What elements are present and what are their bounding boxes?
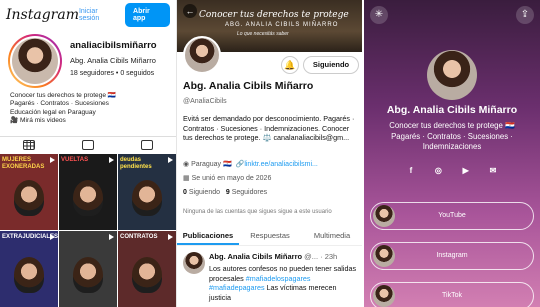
link-button-tiktok[interactable]: TikTok bbox=[370, 282, 534, 307]
link-thumbnail bbox=[373, 285, 395, 307]
reels-icon[interactable] bbox=[81, 139, 94, 150]
share-icon[interactable]: ⇪ bbox=[516, 6, 534, 24]
post-caption: CONTRATOS bbox=[120, 234, 158, 240]
post-thumbnail[interactable]: deudas pendientes bbox=[118, 154, 176, 230]
person-thumbnail bbox=[73, 180, 103, 216]
post-grid: MUJERES EXONERADAS VUELTAS deudas pendient… bbox=[0, 154, 176, 307]
avatar[interactable] bbox=[8, 34, 62, 88]
instagram-panel: Instagram Iniciar sesión Abrir app anali… bbox=[0, 0, 176, 307]
email-icon[interactable]: ✉ bbox=[486, 164, 500, 178]
link-thumbnail bbox=[373, 205, 395, 227]
bio-line: Educación legal en Paraguay bbox=[10, 108, 96, 116]
post-author[interactable]: Abg. Analia Cibils Miñarro bbox=[209, 252, 302, 261]
post-thumbnail[interactable]: VUELTAS bbox=[59, 154, 117, 230]
handle: @AnaliaCibils bbox=[183, 98, 227, 105]
grid-icon[interactable] bbox=[23, 139, 36, 150]
bio: Conocer tus derechos te protege 🇵🇾 Pagar… bbox=[10, 92, 170, 126]
post-thumbnail[interactable]: EXTRAJUDICIALES bbox=[0, 231, 58, 307]
open-app-button[interactable]: Abrir app bbox=[125, 3, 170, 27]
post-meta: @... · 23h bbox=[304, 252, 338, 261]
social-icons: f ◎ ▶ ✉ bbox=[404, 164, 500, 178]
banner-title: Conocer tus derechos te protege bbox=[199, 10, 349, 20]
link-icon: 🔗 bbox=[235, 161, 245, 168]
mutual-followers-note: Ninguna de las cuentas que sigues sigue … bbox=[183, 209, 332, 215]
post-thumbnail[interactable]: MUJERES EXONERADAS bbox=[0, 154, 58, 230]
follower-stats[interactable]: 18 seguidores • 0 seguidos bbox=[70, 70, 154, 77]
linktree-panel: ✳ ⇪ Abg. Analia Cibils Miñarro Conocer t… bbox=[364, 0, 540, 307]
tagged-icon[interactable] bbox=[140, 139, 153, 150]
avatar[interactable] bbox=[183, 36, 221, 74]
back-arrow-icon[interactable]: ← bbox=[183, 4, 197, 18]
post-avatar[interactable] bbox=[183, 252, 205, 274]
bell-icon[interactable]: 🔔 bbox=[281, 56, 299, 74]
instagram-icon[interactable]: ◎ bbox=[431, 164, 445, 178]
display-name: Abg. Analia Cibils Miñarro bbox=[183, 80, 314, 92]
bio: Conocer tus derechos te protege 🇵🇾 Pagar… bbox=[389, 121, 515, 151]
location-row: ◉ Paraguay 🇵🇾 🔗linktr.ee/analiacibilsmi.… bbox=[183, 160, 318, 168]
display-name: Abg. Analia Cibils Miñarro bbox=[386, 104, 518, 116]
login-link[interactable]: Iniciar sesión bbox=[79, 8, 117, 22]
banner-subtitle: Lo que necesitás saber bbox=[237, 31, 289, 37]
followers-label: Seguidores bbox=[231, 189, 268, 196]
display-name: Abg. Analia Cibils Miñarro bbox=[70, 56, 156, 65]
joined-row: ▦ Se unió en mayo de 2026 bbox=[183, 174, 271, 182]
person-thumbnail bbox=[14, 180, 44, 216]
link-label: TikTok bbox=[442, 292, 462, 299]
instagram-header: Instagram Iniciar sesión Abrir app bbox=[0, 0, 176, 30]
link-label: YouTube bbox=[438, 212, 466, 219]
tab-replies[interactable]: Respuestas bbox=[239, 228, 301, 245]
play-icon bbox=[168, 234, 173, 240]
post-caption: MUJERES EXONERADAS bbox=[2, 157, 45, 170]
post-thumbnail[interactable] bbox=[59, 231, 117, 307]
bio-line[interactable]: 🎥 Mirá mis videos bbox=[10, 117, 170, 125]
person-thumbnail bbox=[73, 257, 103, 293]
profile-tabs: Publicaciones Respuestas Multimedia bbox=[177, 228, 362, 246]
youtube-icon[interactable]: ▶ bbox=[459, 164, 473, 178]
following-label: Siguiendo bbox=[188, 189, 220, 196]
following-button[interactable]: Siguiendo bbox=[303, 56, 359, 74]
username: analiacibilsmiñarro bbox=[70, 40, 157, 51]
play-icon bbox=[50, 157, 55, 163]
person-thumbnail bbox=[132, 257, 162, 293]
calendar-icon: ▦ bbox=[183, 175, 192, 182]
post-caption: VUELTAS bbox=[61, 157, 89, 163]
follow-counts[interactable]: 0 Siguiendo 9 Seguidores bbox=[183, 189, 267, 196]
person-thumbnail bbox=[132, 180, 162, 216]
post-caption: deudas pendientes bbox=[120, 157, 152, 170]
post-caption: EXTRAJUDICIALES bbox=[2, 234, 58, 240]
location: Paraguay 🇵🇾 bbox=[191, 161, 232, 168]
bio-line: Conocer tus derechos te protege 🇵🇾 bbox=[10, 92, 117, 99]
location-icon: ◉ bbox=[183, 161, 192, 168]
bio-line: Pagarés · Contratos · Sucesiones bbox=[10, 100, 109, 108]
followers-count: 9 bbox=[225, 189, 230, 196]
link-button-instagram[interactable]: Instagram bbox=[370, 242, 534, 270]
post-header: Abg. Analia Cibils Miñarro @... · 23h bbox=[209, 252, 337, 261]
play-icon bbox=[50, 234, 55, 240]
tab-media[interactable]: Multimedia bbox=[301, 228, 362, 245]
instagram-logo[interactable]: Instagram bbox=[6, 7, 79, 23]
linktree-logo-icon[interactable]: ✳ bbox=[370, 6, 388, 24]
play-icon bbox=[109, 157, 114, 163]
joined-date: Se unió en mayo de 2026 bbox=[191, 175, 272, 182]
person-thumbnail bbox=[14, 257, 44, 293]
link-button-youtube[interactable]: YouTube bbox=[370, 202, 534, 230]
post-text: Los autores confesos no pueden tener sal… bbox=[209, 264, 359, 302]
bio: Evitá ser demandado por desconocimiento.… bbox=[183, 114, 355, 143]
post-thumbnail[interactable]: CONTRATOS bbox=[118, 231, 176, 307]
facebook-icon[interactable]: f bbox=[404, 164, 418, 178]
banner-name: ABG. ANALIA CIBILS MIÑARRO bbox=[225, 22, 339, 28]
following-count: 0 bbox=[183, 189, 187, 196]
play-icon bbox=[168, 157, 173, 163]
link-thumbnail bbox=[373, 245, 395, 267]
play-icon bbox=[109, 234, 114, 240]
profile-tabs bbox=[0, 136, 176, 152]
tab-posts[interactable]: Publicaciones bbox=[177, 228, 239, 245]
profile-link[interactable]: linktr.ee/analiacibilsmi... bbox=[244, 161, 318, 168]
avatar bbox=[427, 50, 477, 100]
x-profile-panel: Conocer tus derechos te protege ABG. ANA… bbox=[176, 0, 362, 307]
link-label: Instagram bbox=[436, 252, 468, 259]
